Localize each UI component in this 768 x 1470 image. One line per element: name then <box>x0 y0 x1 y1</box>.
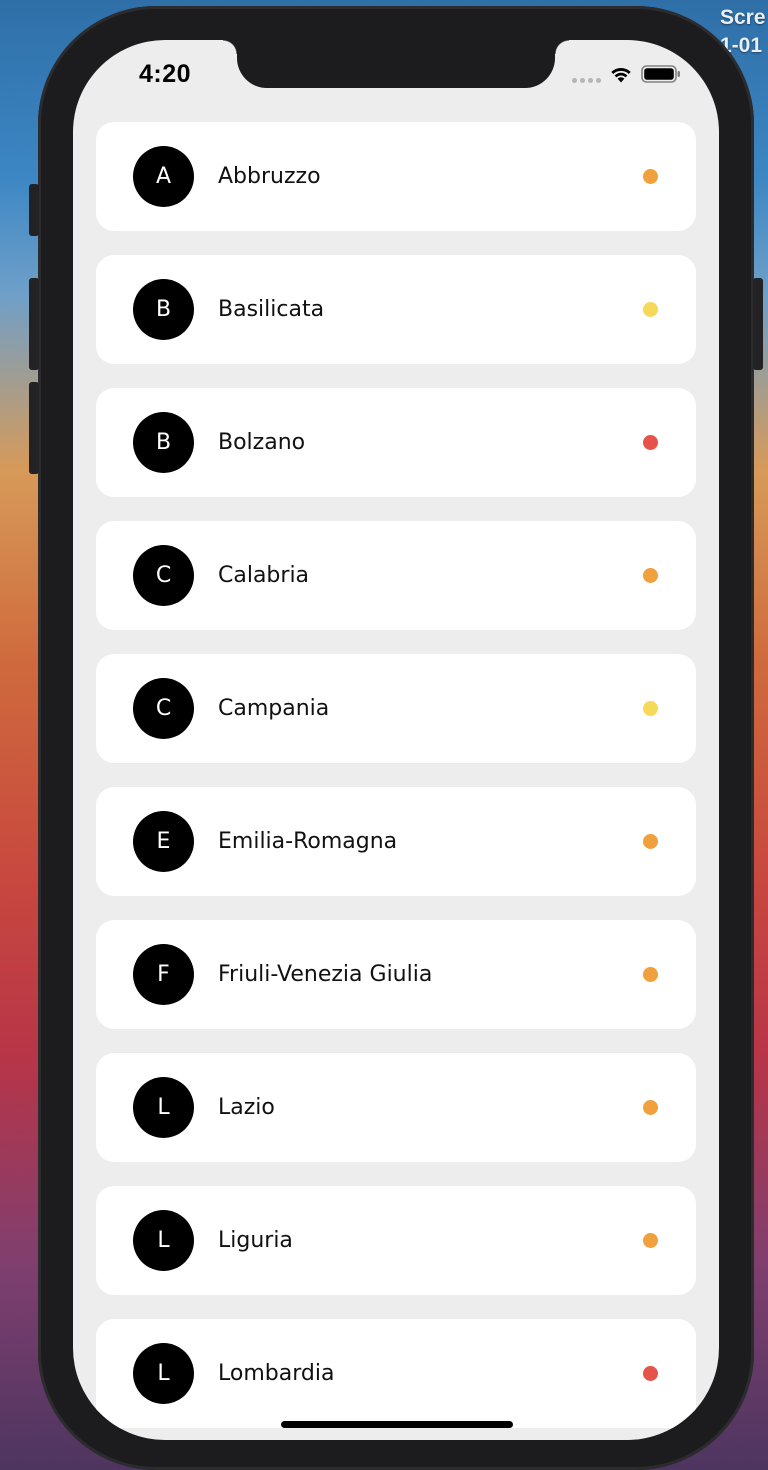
region-list-item[interactable]: L Lombardia <box>96 1319 696 1428</box>
app-screen: 4:20 A Abbruzzo B Basilicata B Bolzano C… <box>73 40 719 1440</box>
region-name: Friuli-Venezia Giulia <box>218 962 433 987</box>
status-bar-time: 4:20 <box>139 60 192 88</box>
home-indicator[interactable] <box>281 1421 513 1428</box>
region-list-item[interactable]: L Liguria <box>96 1186 696 1295</box>
status-dot-icon <box>643 302 658 317</box>
region-list: A Abbruzzo B Basilicata B Bolzano C Cala… <box>96 122 696 1440</box>
region-name: Calabria <box>218 563 310 588</box>
status-dot-icon <box>643 1233 658 1248</box>
region-name: Campania <box>218 696 330 721</box>
region-initial-avatar: C <box>133 678 194 739</box>
volume-up-button <box>29 278 39 370</box>
status-dot-icon <box>643 568 658 583</box>
region-name: Emilia-Romagna <box>218 829 398 854</box>
status-dot-icon <box>643 967 658 982</box>
wifi-icon <box>609 65 633 87</box>
status-dot-icon <box>643 435 658 450</box>
status-dot-icon <box>643 1366 658 1381</box>
desktop-label-line1: Scre <box>720 6 766 29</box>
region-initial-avatar: L <box>133 1210 194 1271</box>
region-name: Basilicata <box>218 297 325 322</box>
region-list-item[interactable]: B Bolzano <box>96 388 696 497</box>
status-bar-icons <box>572 64 681 88</box>
region-initial-avatar: L <box>133 1343 194 1404</box>
region-initial-avatar: F <box>133 944 194 1005</box>
region-list-item[interactable]: F Friuli-Venezia Giulia <box>96 920 696 1029</box>
region-list-item[interactable]: A Abbruzzo <box>96 122 696 231</box>
region-list-item[interactable]: E Emilia-Romagna <box>96 787 696 896</box>
region-initial-avatar: E <box>133 811 194 872</box>
region-list-item[interactable]: L Lazio <box>96 1053 696 1162</box>
region-list-item[interactable]: C Campania <box>96 654 696 763</box>
region-name: Abbruzzo <box>218 164 321 189</box>
device-notch <box>223 40 569 88</box>
volume-down-button <box>29 382 39 474</box>
region-name: Liguria <box>218 1228 293 1253</box>
mute-switch <box>29 184 39 236</box>
cellular-signal-icon <box>572 69 601 83</box>
status-dot-icon <box>643 701 658 716</box>
status-dot-icon <box>643 1100 658 1115</box>
region-list-item[interactable]: B Basilicata <box>96 255 696 364</box>
region-list-item[interactable]: C Calabria <box>96 521 696 630</box>
region-initial-avatar: L <box>133 1077 194 1138</box>
status-dot-icon <box>643 169 658 184</box>
region-initial-avatar: B <box>133 279 194 340</box>
region-name: Lombardia <box>218 1361 335 1386</box>
region-initial-avatar: B <box>133 412 194 473</box>
power-button <box>753 278 763 370</box>
region-name: Lazio <box>218 1095 275 1120</box>
region-name: Bolzano <box>218 430 306 455</box>
status-dot-icon <box>643 834 658 849</box>
region-initial-avatar: A <box>133 146 194 207</box>
region-initial-avatar: C <box>133 545 194 606</box>
battery-icon <box>641 64 681 88</box>
